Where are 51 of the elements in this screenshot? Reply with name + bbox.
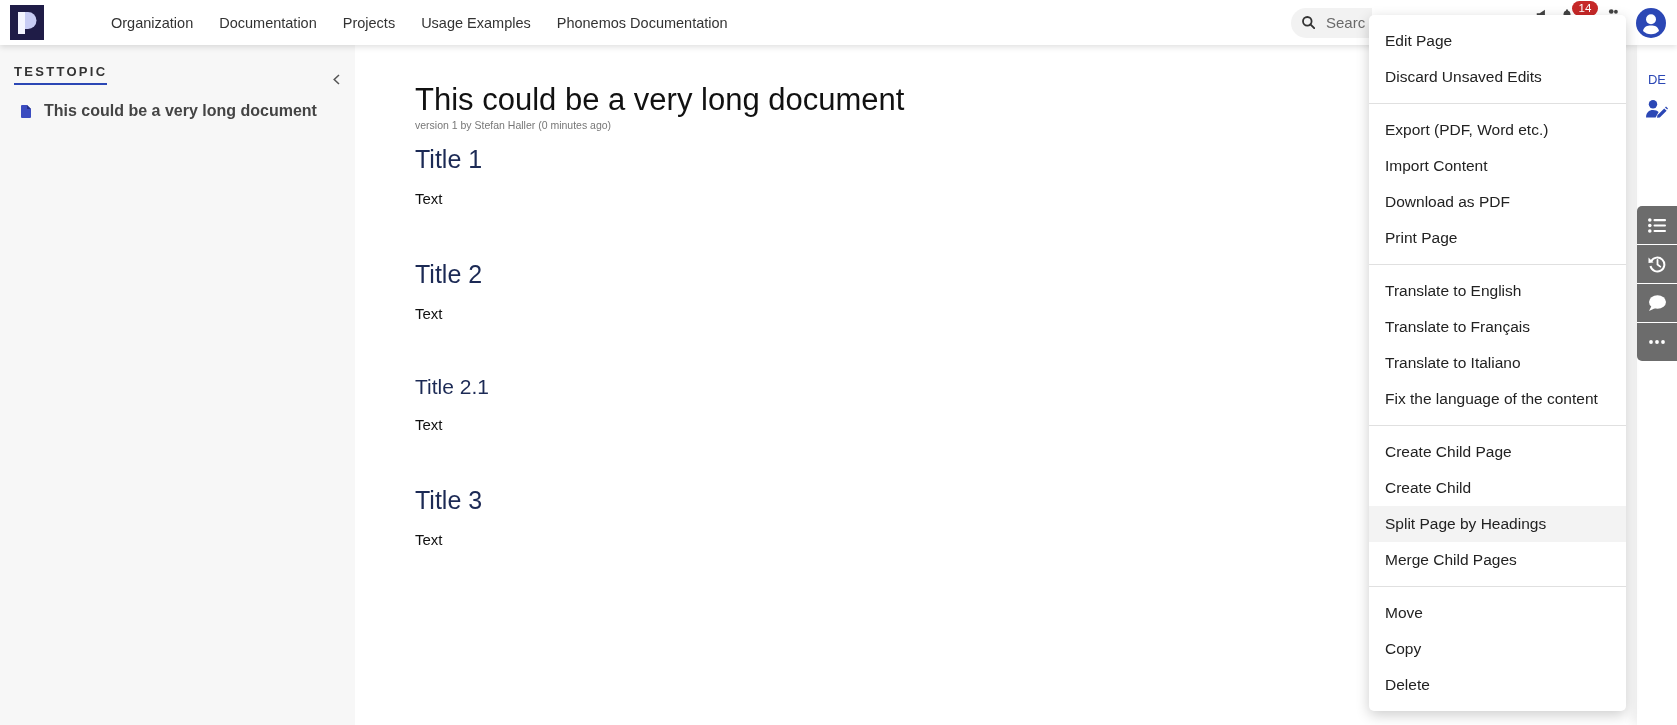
search-field[interactable]: Searc	[1291, 7, 1372, 38]
document-icon	[21, 104, 31, 118]
menu-item[interactable]: Fix the language of the content	[1369, 381, 1626, 417]
menu-item[interactable]: Translate to English	[1369, 273, 1626, 309]
menu-item[interactable]: Copy	[1369, 631, 1626, 667]
people-icon[interactable]	[1606, 8, 1620, 15]
section-text: Text	[415, 189, 443, 209]
version-info: version 1 by Stefan Haller (0 minutes ago)	[415, 118, 612, 132]
more-icon	[1649, 340, 1665, 344]
search-icon	[1302, 15, 1315, 29]
menu-item[interactable]: Import Content	[1369, 148, 1626, 184]
section-text: Text	[415, 530, 443, 550]
history-button[interactable]	[1637, 245, 1677, 283]
menu-item[interactable]: Split Page by Headings	[1369, 506, 1626, 542]
menu-item[interactable]: Print Page	[1369, 220, 1626, 256]
avatar-icon[interactable]	[1636, 7, 1666, 38]
history-icon	[1648, 255, 1666, 273]
nav-link[interactable]: Phonemos Documentation	[556, 13, 728, 32]
menu-item[interactable]: Delete	[1369, 667, 1626, 703]
logo-icon[interactable]	[10, 5, 44, 40]
menu-item[interactable]: Translate to Français	[1369, 309, 1626, 345]
language-link[interactable]: DE	[1647, 72, 1667, 88]
topic-title: TESTTOPIC	[14, 64, 108, 85]
menu-item[interactable]: Discard Unsaved Edits	[1369, 59, 1626, 95]
sidebar-page-link[interactable]: This could be a very long document	[14, 101, 341, 121]
menu-item[interactable]: Translate to Italiano	[1369, 345, 1626, 381]
comment-icon	[1648, 295, 1666, 311]
section-text: Text	[415, 415, 443, 435]
outline-button[interactable]	[1637, 206, 1677, 244]
nav-link[interactable]: Documentation	[219, 13, 317, 32]
chevron-left-icon[interactable]	[333, 74, 340, 85]
document-title: This could be a very long document	[415, 81, 905, 118]
section-text: Text	[415, 304, 443, 324]
nav-link[interactable]: Organization	[111, 13, 194, 32]
menu-item[interactable]: Edit Page	[1369, 23, 1626, 59]
menu-item[interactable]: Export (PDF, Word etc.)	[1369, 112, 1626, 148]
user-edit-icon[interactable]	[1646, 100, 1668, 118]
menu-item[interactable]: Create Child Page	[1369, 434, 1626, 470]
comments-button[interactable]	[1637, 284, 1677, 322]
section-heading: Title 2.1	[415, 374, 489, 400]
menu-item[interactable]: Download as PDF	[1369, 184, 1626, 220]
nav-link[interactable]: Projects	[342, 13, 396, 32]
more-options-button[interactable]	[1637, 323, 1677, 361]
section-heading: Title 3	[415, 485, 483, 515]
list-icon	[1648, 217, 1666, 233]
menu-item[interactable]: Move	[1369, 595, 1626, 631]
menu-item[interactable]: Merge Child Pages	[1369, 542, 1626, 578]
section-heading: Title 1	[415, 144, 483, 174]
menu-item[interactable]: Create Child	[1369, 470, 1626, 506]
nav-link[interactable]: Usage Examples	[421, 13, 531, 32]
section-heading: Title 2	[415, 259, 483, 289]
